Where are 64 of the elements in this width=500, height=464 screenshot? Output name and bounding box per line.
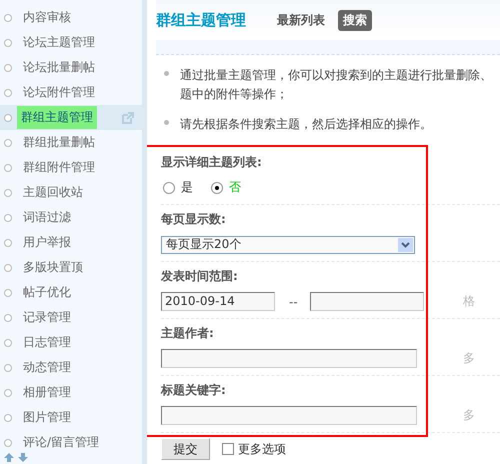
hint-text: 多 xyxy=(463,350,475,367)
bullet-icon xyxy=(4,438,12,446)
menu-item[interactable]: 评论/留言管理 xyxy=(21,431,102,454)
input-field[interactable] xyxy=(161,349,417,368)
down-arrow-icon[interactable] xyxy=(18,453,28,462)
menu-item[interactable]: 群组批量删帖 xyxy=(21,131,97,154)
menu-item[interactable]: 帖子优化 xyxy=(21,281,73,304)
tip-text: 通过批量主题管理，你可以对搜索到的主题进行批量删除、 xyxy=(180,67,493,84)
tab[interactable]: 最新列表 xyxy=(272,10,330,30)
tab[interactable]: 搜索 xyxy=(338,10,372,30)
menu-item[interactable]: 论坛批量删帖 xyxy=(21,56,97,79)
field-label: 发表时间范围: xyxy=(161,268,239,285)
menu-item[interactable]: 相册管理 xyxy=(21,381,73,404)
bullet-icon xyxy=(4,64,12,72)
menu-item[interactable]: 记录管理 xyxy=(21,306,73,329)
checkbox[interactable] xyxy=(222,443,234,455)
menu-item[interactable]: 动态管理 xyxy=(21,356,73,379)
menu-item[interactable]: 论坛主题管理 xyxy=(21,31,97,54)
menu-item[interactable]: 主题回收站 xyxy=(21,181,85,204)
bullet-icon xyxy=(4,364,12,372)
dropdown[interactable]: 每页显示20个 xyxy=(161,236,415,254)
date-field[interactable]: 2010-09-14 xyxy=(161,292,275,311)
radio-button[interactable] xyxy=(211,182,223,194)
menu-item[interactable]: 日志管理 xyxy=(21,331,73,354)
range-separator: -- xyxy=(289,294,298,308)
date-field[interactable] xyxy=(310,292,424,311)
menu-item[interactable]: 用户举报 xyxy=(21,231,73,254)
hint-text: 多 xyxy=(463,407,475,424)
field-label: 每页显示数: xyxy=(161,211,227,228)
menu-item[interactable]: 论坛附件管理 xyxy=(21,81,97,104)
bullet-icon xyxy=(4,264,12,272)
bullet-icon xyxy=(4,38,12,46)
menu-item[interactable]: 群组主题管理 xyxy=(17,106,97,129)
submit-button[interactable]: 提交 xyxy=(161,438,210,460)
menu-item[interactable]: 多版块置顶 xyxy=(21,256,85,279)
bullet-icon xyxy=(4,288,12,296)
bullet-icon xyxy=(4,188,12,196)
input-field[interactable] xyxy=(161,406,417,425)
menu-item[interactable]: 群组附件管理 xyxy=(21,156,97,179)
bullet-icon xyxy=(4,114,12,122)
bullet-icon xyxy=(4,88,12,96)
field-label: 标题关键字: xyxy=(161,382,227,399)
radio-button[interactable] xyxy=(163,182,175,194)
up-arrow-icon[interactable] xyxy=(4,453,14,462)
page-title: 群组主题管理 xyxy=(156,10,246,30)
menu-item[interactable]: 词语过滤 xyxy=(21,206,73,229)
field-label: 主题作者: xyxy=(161,325,215,342)
radio-label[interactable]: 是 xyxy=(181,179,193,196)
menu-item[interactable]: 内容审核 xyxy=(21,6,73,29)
tip-text: 题中的附件等操作； xyxy=(180,86,289,103)
bullet-icon xyxy=(4,138,12,146)
field-label: 显示详细主题列表: xyxy=(161,154,263,171)
bullet-icon xyxy=(4,214,12,222)
hint-text: 格 xyxy=(463,293,475,310)
bullet-icon xyxy=(4,338,12,346)
bullet-icon xyxy=(4,164,12,172)
checkbox-label[interactable]: 更多选项 xyxy=(238,440,286,458)
bullet-icon xyxy=(4,388,12,396)
bullet-icon xyxy=(4,14,12,22)
tip-text: 请先根据条件搜索主题，然后选择相应的操作。 xyxy=(180,116,433,133)
menu-item[interactable]: 图片管理 xyxy=(21,406,73,429)
bullet-icon xyxy=(4,238,12,246)
bullet-icon xyxy=(4,314,12,322)
bullet-icon xyxy=(4,414,12,422)
